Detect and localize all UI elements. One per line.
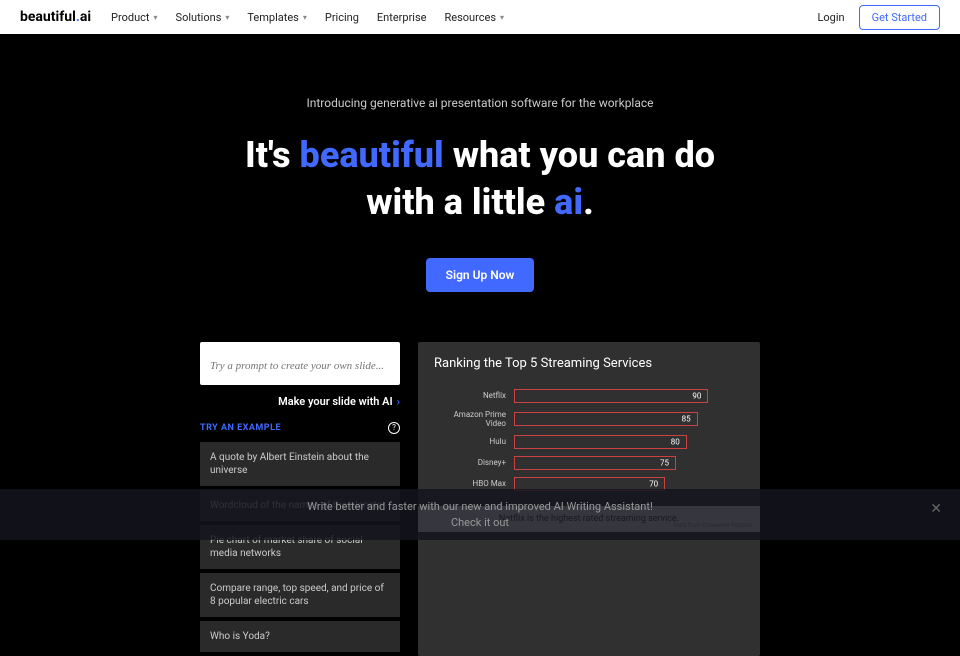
promo-banner: Write better and faster with our new and… [0, 489, 960, 540]
navbar: beautiful.ai Product▾ Solutions▾ Templat… [0, 0, 960, 34]
bar-row: Hulu80 [434, 435, 730, 449]
example-item[interactable]: Compare range, top speed, and price of 8… [200, 573, 400, 617]
bar-row: Netflix90 [434, 389, 730, 403]
make-slide-link[interactable]: Make your slide with AI › [200, 395, 400, 408]
bar-row: Amazon Prime Video85 [434, 410, 730, 428]
try-header: TRY AN EXAMPLE ? [200, 422, 400, 434]
nav-product[interactable]: Product▾ [111, 11, 157, 24]
nav-left: beautiful.ai Product▾ Solutions▾ Templat… [20, 9, 504, 25]
try-example-label: TRY AN EXAMPLE [200, 423, 281, 433]
hero-subtitle: Introducing generative ai presentation s… [20, 96, 940, 110]
nav-templates[interactable]: Templates▾ [247, 11, 306, 24]
bar-row: Disney+75 [434, 456, 730, 470]
hero: Introducing generative ai presentation s… [0, 34, 960, 322]
hero-headline: It's beautiful what you can do with a li… [20, 132, 940, 226]
help-icon[interactable]: ? [388, 422, 400, 434]
signup-button[interactable]: Sign Up Now [426, 258, 535, 292]
chevron-right-icon: › [397, 395, 400, 408]
nav-solutions[interactable]: Solutions▾ [176, 11, 230, 24]
logo[interactable]: beautiful.ai [20, 9, 91, 25]
banner-text: Write better and faster with our new and… [10, 499, 950, 530]
chart-body: Netflix90 Amazon Prime Video85 Hulu80 Di… [418, 381, 760, 506]
nav-pricing[interactable]: Pricing [325, 11, 359, 24]
chevron-down-icon: ▾ [154, 13, 158, 22]
nav-right: Login Get Started [817, 5, 940, 30]
example-item[interactable]: Who is Yoda? [200, 621, 400, 652]
logo-prefix: beautiful [20, 9, 76, 25]
prompt-input[interactable] [210, 360, 390, 372]
chevron-down-icon: ▾ [500, 13, 504, 22]
prompt-input-container [200, 342, 400, 385]
chart-title: Ranking the Top 5 Streaming Services [418, 342, 760, 381]
example-item[interactable]: A quote by Albert Einstein about the uni… [200, 442, 400, 486]
nav-links: Product▾ Solutions▾ Templates▾ Pricing E… [111, 11, 504, 24]
get-started-button[interactable]: Get Started [859, 5, 940, 30]
logo-suffix: ai [80, 9, 91, 25]
chevron-down-icon: ▾ [303, 13, 307, 22]
close-icon[interactable]: ✕ [930, 501, 942, 517]
nav-resources[interactable]: Resources▾ [444, 11, 504, 24]
nav-enterprise[interactable]: Enterprise [377, 11, 427, 24]
chevron-down-icon: ▾ [225, 13, 229, 22]
login-link[interactable]: Login [817, 11, 844, 24]
